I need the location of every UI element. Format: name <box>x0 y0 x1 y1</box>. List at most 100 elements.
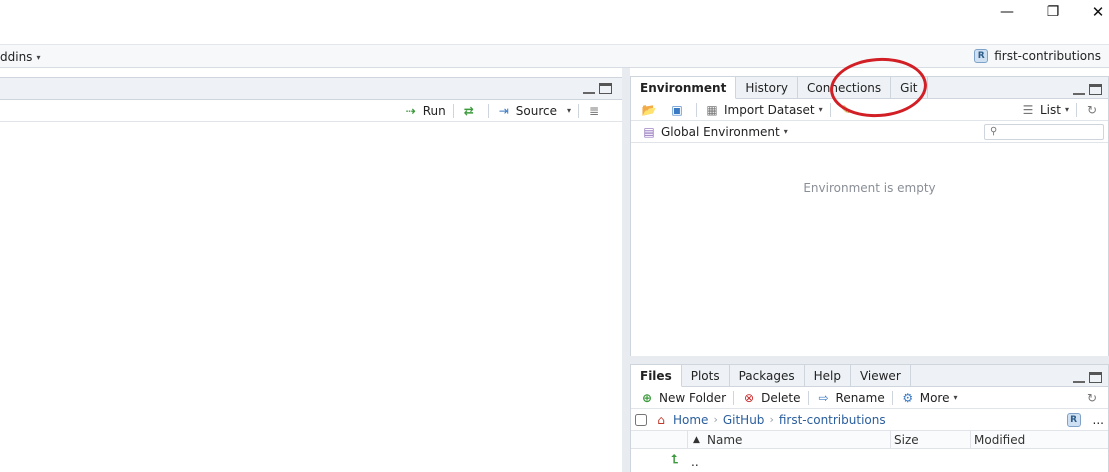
rerun-button[interactable]: ⇄ <box>457 100 485 122</box>
rename-button[interactable]: ⇨ Rename <box>812 387 889 409</box>
chevron-down-icon[interactable]: ▾ <box>567 106 571 115</box>
list-label: List <box>1040 102 1061 117</box>
import-dataset-button[interactable]: ▦ Import Dataset ▾ <box>700 99 827 121</box>
tab-packages[interactable]: Packages <box>730 365 805 387</box>
open-folder-icon: 📂 <box>641 102 657 117</box>
column-header-name[interactable]: Name <box>707 433 742 447</box>
r-project-icon: R <box>974 49 989 63</box>
select-all-checkbox[interactable] <box>635 413 647 426</box>
refresh-button[interactable]: ↻ <box>1080 99 1108 121</box>
maximize-pane-icon[interactable] <box>599 83 612 94</box>
vertical-splitter[interactable] <box>622 68 630 472</box>
minimize-button[interactable]: — <box>984 0 1030 24</box>
load-workspace-button[interactable]: 📂 <box>637 99 665 121</box>
close-button[interactable]: ✕ <box>1075 0 1109 24</box>
maximize-pane-icon[interactable] <box>1089 372 1102 383</box>
files-tabs: Files Plots Packages Help Viewer <box>631 365 1108 387</box>
outline-icon: ≣ <box>588 103 600 118</box>
chevron-down-icon: ▾ <box>953 393 958 402</box>
tab-git[interactable]: Git <box>891 77 928 99</box>
environment-empty-message: Environment is empty <box>803 181 936 195</box>
broom-icon: ✎ <box>840 102 851 117</box>
addins-menu[interactable]: ddins ▾ <box>0 50 40 64</box>
files-pane: Files Plots Packages Help Viewer ⊕ New F… <box>630 364 1109 472</box>
refresh-icon: ↻ <box>1086 390 1098 405</box>
source-label: Source <box>515 103 557 118</box>
environment-tabs: Environment History Connections Git <box>631 77 1108 99</box>
run-arrow-icon: ⇢ <box>405 103 416 118</box>
tab-environment[interactable]: Environment <box>631 77 737 99</box>
view-mode-dropdown[interactable]: ☰ List ▾ <box>1016 99 1073 121</box>
run-button[interactable]: ⇢ Run <box>399 100 450 122</box>
save-icon: ▣ <box>671 102 683 117</box>
project-menu[interactable]: R first-contributions <box>974 49 1101 63</box>
source-toolbar: ⇢ Run ⇄ ⇥ Source ▾ ≣ <box>0 100 622 122</box>
source-tab-strip <box>0 78 622 100</box>
up-arrow-icon: ⮤ <box>671 451 679 466</box>
toolbar-divider <box>891 390 893 405</box>
rename-label: Rename <box>835 390 885 405</box>
environment-scope-dropdown[interactable]: ▤ Global Environment ▾ <box>637 121 792 143</box>
column-divider <box>970 431 971 449</box>
minimize-pane-icon[interactable] <box>1073 84 1085 95</box>
rename-icon: ⇨ <box>818 390 829 405</box>
tab-connections[interactable]: Connections <box>798 77 892 99</box>
breadcrumb-home[interactable]: Home <box>673 413 708 427</box>
horizontal-splitter[interactable] <box>630 356 1109 364</box>
source-icon: ⇥ <box>498 103 509 118</box>
toolbar-divider <box>696 102 697 117</box>
environment-search-input[interactable]: ⚲ <box>984 124 1104 140</box>
chevron-right-icon: › <box>769 413 774 426</box>
chevron-right-icon: › <box>713 413 718 426</box>
tab-viewer[interactable]: Viewer <box>851 365 911 387</box>
gear-icon: ⚙ <box>902 390 914 405</box>
breadcrumb-github[interactable]: GitHub <box>723 413 765 427</box>
file-name[interactable]: .. <box>691 455 699 469</box>
minimize-pane-icon[interactable] <box>583 83 595 94</box>
main-toolbar: ddins ▾ R first-contributions <box>0 44 1109 68</box>
tab-plots[interactable]: Plots <box>682 365 730 387</box>
save-workspace-button[interactable]: ▣ <box>665 99 693 121</box>
toolbar-divider <box>829 102 831 117</box>
table-row[interactable]: ⮤ .. <box>631 451 1108 472</box>
source-button[interactable]: ⇥ Source ▾ <box>492 100 575 122</box>
files-path-bar: ⌂ Home › GitHub › first-contributions R … <box>631 409 1108 431</box>
delete-button[interactable]: ⊗ Delete <box>737 387 804 409</box>
environment-scope-bar: ▤ Global Environment ▾ ⚲ <box>631 121 1108 143</box>
maximize-pane-icon[interactable] <box>1089 84 1102 95</box>
home-icon[interactable]: ⌂ <box>653 412 669 428</box>
column-divider <box>890 431 891 449</box>
path-overflow-menu[interactable]: ... <box>1093 413 1104 427</box>
tab-files[interactable]: Files <box>631 365 682 387</box>
new-folder-button[interactable]: ⊕ New Folder <box>635 387 730 409</box>
refresh-files-button[interactable]: ↻ <box>1080 387 1108 409</box>
file-list-header: ▲ Name Size Modified <box>631 431 1108 449</box>
outline-button[interactable]: ≣ <box>582 100 610 122</box>
column-header-size[interactable]: Size <box>894 433 919 447</box>
import-dataset-label: Import Dataset <box>724 102 815 117</box>
window-titlebar: — ❐ ✕ <box>0 0 1109 44</box>
clear-objects-button[interactable]: ✎ <box>834 99 862 121</box>
r-project-icon[interactable]: R <box>1066 412 1081 427</box>
restore-button[interactable]: ❐ <box>1030 0 1076 24</box>
search-icon: ⚲ <box>990 126 998 137</box>
source-pane-controls <box>583 83 612 94</box>
rerun-icon: ⇄ <box>463 103 474 118</box>
toolbar-divider <box>487 103 489 118</box>
environment-icon: ▤ <box>643 124 655 139</box>
tab-help[interactable]: Help <box>805 365 851 387</box>
column-header-modified[interactable]: Modified <box>974 433 1025 447</box>
more-button[interactable]: ⚙ More ▾ <box>896 387 962 409</box>
chevron-down-icon: ▾ <box>1064 105 1069 114</box>
chevron-down-icon: ▾ <box>818 105 823 114</box>
environment-toolbar: 📂 ▣ ▦ Import Dataset ▾ ✎ ☰ List ▾ ↻ <box>631 99 1108 121</box>
tab-history[interactable]: History <box>736 77 799 99</box>
toolbar-divider <box>733 390 735 405</box>
breadcrumb-first-contributions[interactable]: first-contributions <box>779 413 886 427</box>
sort-ascending-icon[interactable]: ▲ <box>693 435 700 445</box>
environment-pane: Environment History Connections Git 📂 ▣ … <box>630 76 1109 357</box>
files-toolbar: ⊕ New Folder ⊗ Delete ⇨ Rename ⚙ More ▾ … <box>631 387 1108 409</box>
column-divider <box>687 431 688 449</box>
addins-label: ddins <box>0 50 33 64</box>
minimize-pane-icon[interactable] <box>1073 372 1085 383</box>
